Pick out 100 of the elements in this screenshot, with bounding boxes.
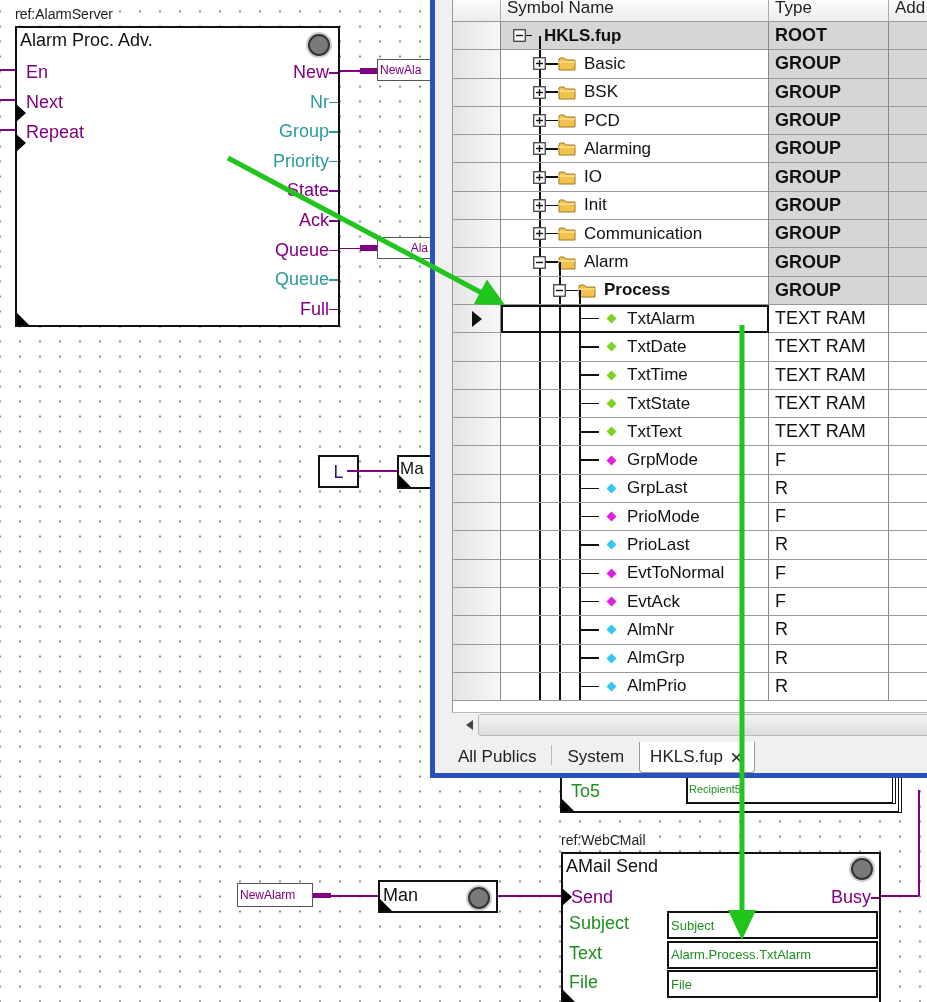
parameter-value-field[interactable]: Alarm.Process.TxtAlarm (667, 940, 878, 969)
scroll-left-icon[interactable] (466, 720, 474, 730)
block-title: Alarm Proc. Adv. (20, 30, 153, 51)
function-block[interactable]: To5 Recipient5 (560, 778, 902, 813)
input-pin-label: Send (571, 886, 614, 908)
connection-wire (0, 129, 15, 131)
tree-item[interactable]: GrpMode (627, 450, 698, 471)
output-pin-label: Busy (830, 886, 871, 908)
constant-block[interactable]: L (318, 455, 359, 488)
header-corner (453, 0, 501, 22)
input-pin-label: Repeat (26, 121, 85, 143)
type-cell: TEXT RAM (769, 304, 889, 334)
tree-item[interactable]: PrioMode (627, 506, 700, 527)
output-pin-label: Nr (310, 90, 329, 113)
connection-wire (498, 895, 562, 897)
tree-item[interactable]: TxtTime (627, 365, 688, 386)
corner-mark-icon (399, 475, 411, 487)
folder-icon (558, 141, 576, 157)
type-cell: TEXT RAM (769, 418, 889, 447)
status-lamp-icon (851, 858, 873, 880)
tree-item[interactable]: AlmNr (627, 619, 675, 640)
tree-item[interactable]: TxtState (627, 393, 691, 414)
tree-item[interactable]: GrpLast (627, 478, 688, 499)
tab[interactable]: HKLS.fup (639, 742, 755, 773)
type-cell: GROUP (769, 50, 889, 79)
input-pin-label: Next (26, 91, 63, 113)
tree-item[interactable]: EvtToNormal (627, 563, 725, 584)
type-cell: F (769, 503, 889, 532)
tab[interactable]: System (556, 742, 636, 773)
constant-label: L (333, 460, 344, 483)
collapse-icon[interactable] (533, 255, 546, 269)
output-pin-label: Group (278, 120, 329, 143)
tree-item[interactable]: Communication (584, 223, 703, 244)
row-pointer-icon (471, 310, 482, 327)
tree-item[interactable]: PCD (584, 110, 620, 131)
expand-icon[interactable] (533, 114, 546, 128)
parameter-value-field[interactable]: Recipient5 (686, 776, 896, 804)
folder-icon (558, 84, 576, 100)
tree-item[interactable]: Alarm (584, 252, 629, 272)
output-pin-label: Full (300, 297, 329, 320)
input-pin-label: To5 (571, 780, 601, 802)
function-block[interactable]: AMail Send Send Busy Subject Subject Text Alarm.Process.TxtAlarm File File (561, 852, 881, 1002)
type-cell: TEXT RAM (769, 389, 889, 419)
connection-wire (347, 470, 399, 472)
type-cell: R (769, 474, 889, 504)
type-cell: F (769, 559, 889, 588)
block-reference: ref:WebCMail (561, 832, 646, 848)
tree-item[interactable]: TxtAlarm (627, 308, 695, 329)
input-pin-label: En (26, 61, 49, 83)
expand-icon[interactable] (533, 85, 546, 99)
type-cell: R (769, 616, 889, 645)
tree-item[interactable]: Alarming (584, 138, 652, 159)
tab[interactable]: All Publics (447, 742, 548, 773)
folder-icon (558, 226, 576, 242)
output-pin-label: Queue (274, 268, 329, 291)
block-reference: ref:AlarmServer (15, 6, 114, 22)
type-cell: ROOT (769, 22, 889, 51)
collapse-icon[interactable] (553, 283, 566, 297)
column-header[interactable]: Add (889, 0, 927, 22)
expand-icon[interactable] (533, 227, 546, 241)
tree-item[interactable]: BSK (584, 82, 619, 103)
tree-item[interactable]: EvtAck (627, 591, 680, 612)
signal-tag[interactable]: NewAla (377, 59, 431, 81)
output-pin-label: New (293, 61, 329, 83)
row-header[interactable] (453, 304, 501, 334)
column-header[interactable]: Type (769, 0, 889, 22)
corner-mark-icon (17, 313, 29, 325)
tree-item[interactable]: TxtText (627, 421, 682, 442)
tree-item[interactable]: AlmPrio (627, 676, 687, 697)
tree-item[interactable]: IO (584, 167, 602, 188)
status-lamp-icon (468, 887, 490, 909)
column-header[interactable]: Symbol Name (501, 0, 769, 22)
expand-icon[interactable] (533, 57, 546, 71)
type-cell: GROUP (769, 163, 889, 192)
tree-item[interactable]: Process (604, 280, 671, 301)
block-title: Man (383, 885, 418, 906)
horizontal-scrollbar[interactable] (478, 714, 927, 736)
status-lamp-icon (308, 34, 330, 56)
tree-item[interactable]: AlmGrp (627, 648, 685, 669)
tree-item[interactable]: TxtDate (627, 336, 687, 357)
parameter-value-field[interactable]: Subject (667, 911, 878, 939)
tree-item[interactable]: PrioLast (627, 535, 690, 555)
corner-mark-icon (562, 799, 574, 811)
collapse-icon[interactable] (513, 29, 526, 43)
edge-input-icon (562, 888, 572, 906)
parameter-value-field[interactable]: File (667, 970, 878, 998)
expand-icon[interactable] (533, 142, 546, 156)
expand-icon[interactable] (533, 198, 546, 212)
signal-tag[interactable]: NewAlarm (237, 883, 313, 907)
expand-icon[interactable] (533, 170, 546, 184)
function-block[interactable]: Ma (397, 455, 433, 489)
tree-item[interactable]: Init (584, 195, 607, 216)
function-block[interactable]: Man (378, 880, 498, 913)
type-cell: GROUP (769, 276, 889, 305)
type-cell: F (769, 587, 889, 617)
type-cell: GROUP (769, 78, 889, 107)
type-cell: F (769, 446, 889, 475)
type-cell: R (769, 672, 889, 702)
corner-mark-icon (380, 899, 392, 911)
tree-item[interactable]: Basic (584, 53, 626, 74)
